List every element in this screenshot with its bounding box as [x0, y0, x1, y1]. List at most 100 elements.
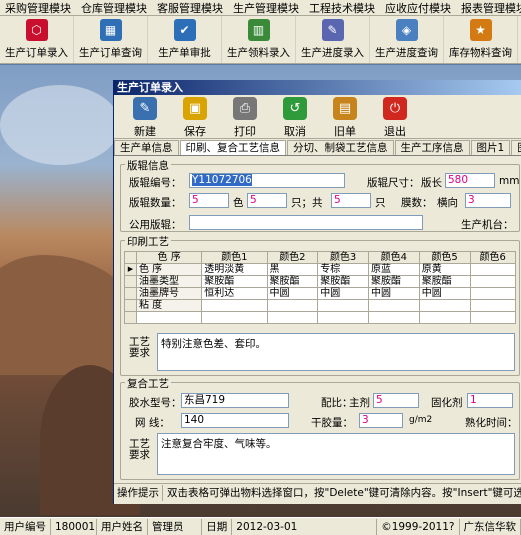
menu-item[interactable]: 生产管理模块: [228, 0, 304, 15]
grid-cell[interactable]: 聚胺酯: [368, 275, 420, 288]
production-order-window: 生产订单录入 ✎ 新建 ▣ 保存 ⎙ 打印 ↺ 取消 ▤ 旧单 ⏻ 退出 生产单信息 印刷、复合工艺信息…: [113, 80, 521, 504]
menu-item[interactable]: 客服管理模块: [152, 0, 228, 15]
user-no-label: 用户编号: [0, 518, 51, 535]
window-tab[interactable]: 印刷、复合工艺信息: [179, 140, 286, 155]
grid-header-cell: 颜色1: [201, 251, 268, 264]
grid-cell[interactable]: [266, 299, 319, 312]
grid-row-label: 油墨类型: [135, 275, 203, 288]
grid-cell[interactable]: 中圆: [418, 287, 471, 300]
grid-cell[interactable]: 聚胺酯: [317, 275, 369, 288]
toolbar-button[interactable]: ▥ 生产领料录入: [222, 16, 296, 63]
grid-cell[interactable]: [317, 299, 369, 312]
grid-cell[interactable]: [266, 311, 319, 324]
grid-cell[interactable]: [469, 275, 516, 288]
menu-item[interactable]: 报表管理模块: [456, 0, 521, 15]
grid-cell[interactable]: [124, 311, 137, 324]
window-tool-button[interactable]: ⏻ 退出: [370, 95, 420, 139]
grid-cell[interactable]: [469, 299, 516, 312]
laminate-req-field[interactable]: 注意复合牢度、气味等。: [157, 433, 515, 475]
mesh-field[interactable]: 140: [181, 413, 289, 428]
grid-cell[interactable]: 聚胺酯: [266, 275, 319, 288]
row-header[interactable]: [124, 287, 137, 300]
grid-cell[interactable]: 透明淡黄: [201, 263, 268, 276]
menu-item[interactable]: 采购管理模块: [0, 0, 76, 15]
window-tool-button[interactable]: ▤ 旧单: [320, 95, 370, 139]
window-tab[interactable]: 图片1: [470, 140, 511, 155]
curing-agent-field[interactable]: 1: [467, 393, 513, 408]
toolbar-button-label: 生产进度录入: [301, 47, 364, 59]
print-icon: ⎙: [233, 97, 257, 120]
row-pointer-icon[interactable]: ▶: [124, 263, 137, 276]
color-count-field[interactable]: 5: [247, 193, 287, 208]
menu-item[interactable]: 应收应付模块: [380, 0, 456, 15]
window-tab[interactable]: 分切、制袋工艺信息: [287, 140, 394, 155]
grid-cell[interactable]: 原黄: [418, 263, 471, 276]
window-tool-button[interactable]: ↺ 取消: [270, 95, 320, 139]
toolbar-button[interactable]: ✔ 生产单审批: [148, 16, 222, 63]
main-agent-field[interactable]: 5: [373, 393, 419, 408]
window-tab[interactable]: 生产单信息: [114, 140, 179, 155]
window-tool-button[interactable]: ⎙ 打印: [220, 95, 270, 139]
grid-cell[interactable]: 聚胺酯: [418, 275, 471, 288]
window-tab[interactable]: 生产工序信息: [394, 140, 470, 155]
query-icon: ◈: [395, 19, 418, 41]
grid-cell[interactable]: [368, 299, 420, 312]
color-label: 色: [233, 197, 244, 209]
menu-item[interactable]: 工程技术模块: [304, 0, 380, 15]
grid-cell[interactable]: 中圆: [317, 287, 369, 300]
window-tool-button[interactable]: ▣ 保存: [170, 95, 220, 139]
toolbar-button[interactable]: ⬡ 生产订单录入: [0, 16, 74, 63]
grid-cell[interactable]: [469, 311, 516, 324]
window-tabs: 生产单信息印刷、复合工艺信息分切、制袋工艺信息生产工序信息图片1图片: [114, 140, 521, 156]
grid-cell[interactable]: [418, 299, 471, 312]
grid-row-label: 粘 度: [135, 299, 203, 312]
grid-cell[interactable]: [469, 263, 516, 276]
grid-cell[interactable]: [418, 311, 471, 324]
grid-cell[interactable]: 中圆: [368, 287, 420, 300]
plate-length-field[interactable]: 580: [445, 173, 495, 188]
window-tool-label: 取消: [284, 125, 306, 138]
grid-cell[interactable]: 恒利达: [201, 287, 268, 300]
window-tab[interactable]: 图片: [511, 140, 521, 155]
grid-cell[interactable]: 中圆: [266, 287, 319, 300]
hint-label: 操作提示: [114, 484, 163, 501]
dry-glue-field[interactable]: 3: [359, 413, 403, 428]
grid-row: ▶ 色 序透明淡黄黑专棕 原蓝 原黄: [124, 263, 516, 276]
plate-number-field[interactable]: Y11072706: [189, 173, 345, 188]
user-name-value: 管理员: [148, 518, 203, 535]
glue-field[interactable]: 东昌719: [181, 393, 289, 408]
grid-corner: [124, 251, 137, 264]
grid-cell[interactable]: [368, 311, 420, 324]
menu-item[interactable]: 仓库管理模块: [76, 0, 152, 15]
curing-agent-label: 固化剂: [431, 397, 463, 409]
toolbar-button[interactable]: ◈ 生产进度查询: [370, 16, 444, 63]
direction-field[interactable]: 3: [465, 193, 511, 208]
grid-cell[interactable]: [469, 287, 516, 300]
grid-cell[interactable]: [201, 299, 268, 312]
grid-cell[interactable]: 原蓝: [368, 263, 420, 276]
user-name-label: 用户姓名: [97, 518, 148, 535]
public-plate-field[interactable]: [189, 215, 423, 230]
grid-header-cell: 颜色3: [317, 251, 369, 264]
toolbar-button[interactable]: ▦ 生产订单查询: [74, 16, 148, 63]
total-field[interactable]: 5: [331, 193, 371, 208]
grid-cell[interactable]: [317, 311, 369, 324]
grid-cell[interactable]: [135, 311, 203, 324]
window-tool-button[interactable]: ✎ 新建: [120, 95, 170, 139]
grid-cell[interactable]: 黑: [266, 263, 319, 276]
grid-cell[interactable]: [201, 311, 268, 324]
window-title: 生产订单录入: [114, 80, 521, 95]
grid-cell[interactable]: 专棕: [317, 263, 369, 276]
chart-icon: ▦: [99, 19, 122, 41]
plate-number-label: 版辊编号：: [129, 177, 182, 189]
plate-qty-field[interactable]: 5: [189, 193, 229, 208]
toolbar-button[interactable]: ✎ 生产进度录入: [296, 16, 370, 63]
grid-row-label: 色 序: [135, 263, 203, 276]
row-header[interactable]: [124, 275, 137, 288]
toolbar-button[interactable]: ★ 库存物料查询: [444, 16, 518, 63]
grid-cell[interactable]: 聚胺酯: [201, 275, 268, 288]
dry-glue-label: 干胶量：: [311, 417, 353, 429]
print-req-field[interactable]: 特别注意色差、套印。: [157, 333, 515, 371]
grid-row: 油墨牌号 恒利达 中圆 中圆 中圆 中圆: [124, 287, 516, 300]
row-header[interactable]: [124, 299, 137, 312]
